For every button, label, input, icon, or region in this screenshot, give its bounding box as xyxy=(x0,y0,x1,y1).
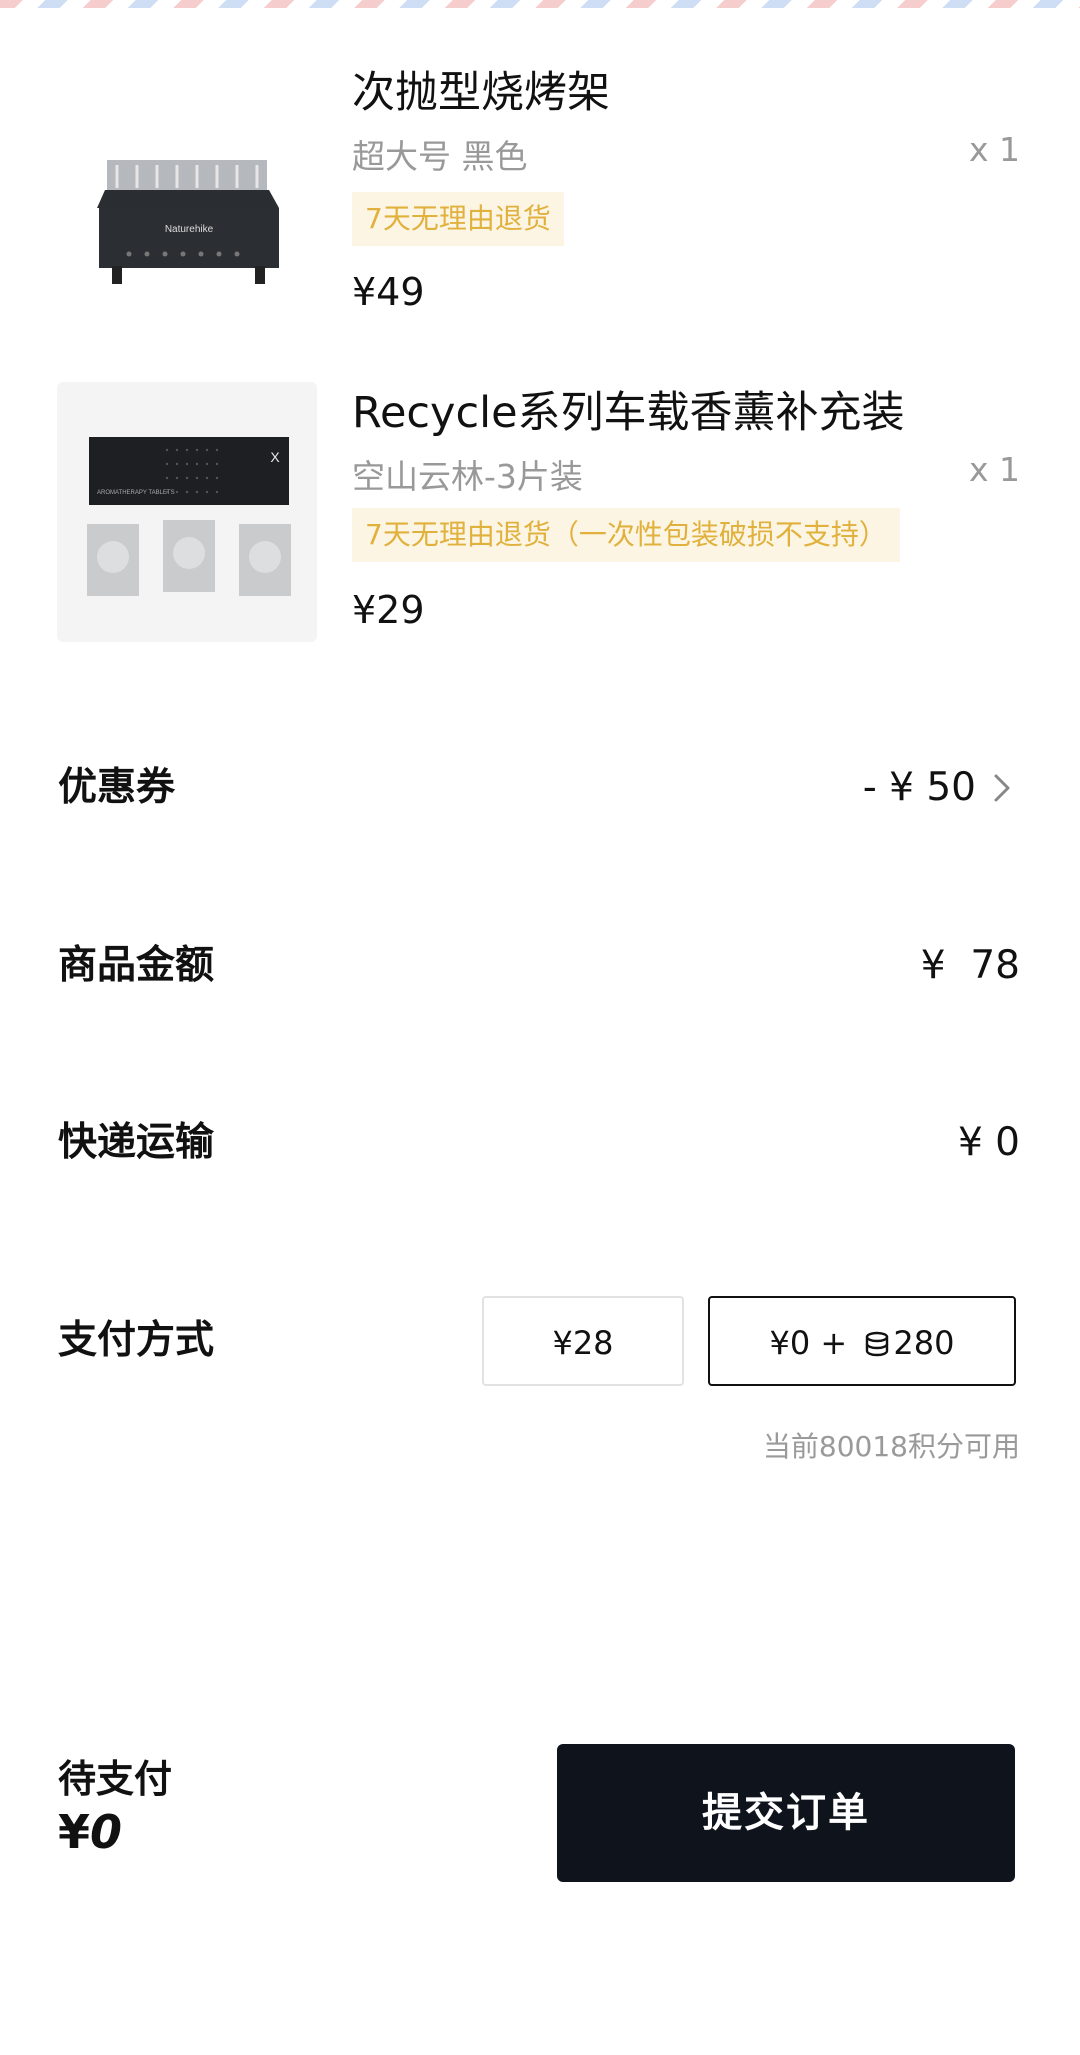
svg-text:X: X xyxy=(270,449,280,465)
grill-brand-text: Naturehike xyxy=(165,224,214,235)
item-name: Recycle系列车载香薰补充装 xyxy=(352,388,905,438)
amount-due-value: ¥0 xyxy=(58,1805,122,1859)
package-label-text: AROMATHERAPY TABLETS xyxy=(97,490,175,496)
product-image-aroma-refill[interactable]: AROMATHERAPY TABLETS X xyxy=(57,382,317,642)
payment-option-points-part: 280 xyxy=(893,1324,955,1362)
aroma-refill-product-image: AROMATHERAPY TABLETS X xyxy=(87,437,291,596)
order-item[interactable]: AROMATHERAPY TABLETS X Recycle系列车载香薰补充装 … xyxy=(0,360,1080,660)
amount-due-number: 0 xyxy=(90,1805,123,1859)
return-policy-tag: 7天无理由退货 xyxy=(352,192,564,246)
product-image-grill[interactable]: Naturehike xyxy=(57,60,317,320)
shipping-value: ¥ 0 xyxy=(957,1120,1020,1165)
coin-stack-icon xyxy=(866,1331,889,1357)
subtotal-label: 商品金额 xyxy=(58,943,215,988)
subtotal-value: ¥ 78 xyxy=(920,943,1020,988)
amount-due-label: 待支付 xyxy=(58,1757,173,1801)
coupon-row[interactable]: 优惠券 - ¥ 50 xyxy=(0,748,1080,828)
payment-method-label: 支付方式 xyxy=(58,1318,215,1363)
shipping-label: 快递运输 xyxy=(58,1120,215,1165)
amount-due-currency: ¥ xyxy=(58,1805,91,1859)
item-quantity: x 1 xyxy=(968,450,1020,489)
subtotal-row: 商品金额 ¥ 78 xyxy=(0,926,1080,1006)
item-spec: 超大号 黑色 xyxy=(352,137,528,176)
item-spec: 空山云林-3片装 xyxy=(352,457,583,496)
payment-option-cash[interactable]: ¥28 xyxy=(482,1296,684,1386)
item-name: 次抛型烧烤架 xyxy=(352,68,610,118)
payment-option-cash-label: ¥28 xyxy=(552,1324,614,1362)
return-policy-tag: 7天无理由退货（一次性包装破损不支持） xyxy=(352,508,900,562)
item-price: ¥49 xyxy=(352,270,425,314)
coupon-label: 优惠券 xyxy=(58,765,176,810)
item-quantity: x 1 xyxy=(968,130,1020,169)
airmail-stripe-border xyxy=(0,0,1080,8)
order-item[interactable]: Naturehike 次抛型烧烤架 超大号 黑色 x 1 7天无理由退货 ¥49 xyxy=(0,40,1080,340)
available-points-hint: 当前80018积分可用 xyxy=(762,1430,1020,1463)
grill-product-image: Naturehike xyxy=(97,160,279,284)
chevron-right-icon[interactable] xyxy=(986,772,1018,804)
shipping-row: 快递运输 ¥ 0 xyxy=(0,1103,1080,1183)
item-price: ¥29 xyxy=(352,588,425,632)
submit-order-button[interactable]: 提交订单 xyxy=(557,1744,1015,1882)
payment-option-cash-part: ¥0 + xyxy=(769,1324,848,1362)
coupon-value: - ¥ 50 xyxy=(862,765,976,810)
payment-option-points[interactable]: ¥0 + 280 xyxy=(708,1296,1016,1386)
